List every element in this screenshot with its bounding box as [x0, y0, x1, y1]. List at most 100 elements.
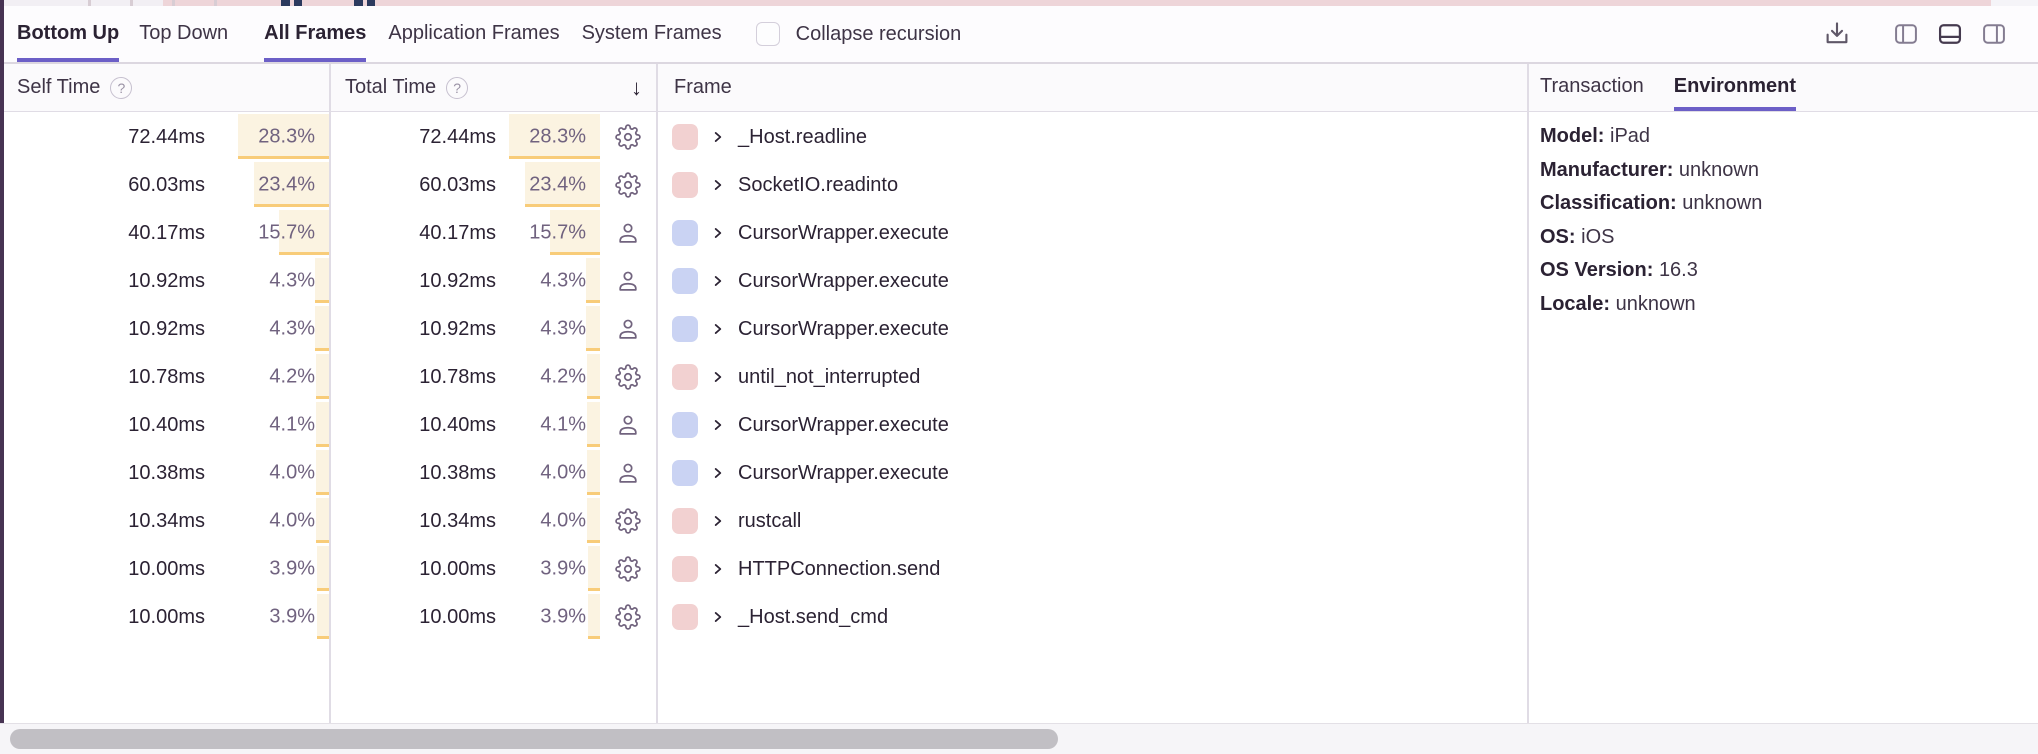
collapse-recursion-label: Collapse recursion	[796, 23, 962, 46]
frame-type-icon-button[interactable]	[600, 124, 656, 150]
chevron-right-icon[interactable]	[711, 322, 725, 336]
table-row[interactable]: 10.92ms 4.3% 10.92ms 4.3%	[4, 257, 1527, 305]
frame-type-icon-button[interactable]	[600, 316, 656, 342]
table-row[interactable]: 10.34ms 4.0% 10.34ms 4.0%	[4, 497, 1527, 545]
frame-cell: HTTPConnection.send	[656, 545, 1527, 593]
self-percent-cell: 4.1%	[205, 401, 329, 449]
table-row[interactable]: 10.40ms 4.1% 10.40ms 4.1%	[4, 401, 1527, 449]
total-percent-value: 23.4%	[529, 174, 586, 197]
chevron-right-icon[interactable]	[711, 514, 725, 528]
frame-type-icon-button[interactable]	[600, 220, 656, 246]
total-time-cell: 10.40ms 4.1%	[329, 401, 656, 449]
frame-name: CursorWrapper.execute	[738, 462, 949, 485]
frame-column-header[interactable]: Frame	[656, 64, 1527, 111]
tab-transaction[interactable]: Transaction	[1540, 64, 1644, 111]
self-percent-value: 15.7%	[258, 222, 315, 245]
total-time-column-header[interactable]: Total Time ? ↓	[329, 64, 656, 111]
self-time-value: 40.17ms	[4, 222, 205, 245]
frame-name: rustcall	[738, 510, 801, 533]
self-percent-value: 3.9%	[269, 558, 315, 581]
chevron-right-icon[interactable]	[711, 178, 725, 192]
table-row[interactable]: 10.00ms 3.9% 10.00ms 3.9%	[4, 593, 1527, 641]
table-row[interactable]: 72.44ms 28.3% 72.44ms 28.3%	[4, 113, 1527, 161]
layout-left-panel-icon[interactable]	[1892, 20, 1920, 48]
frame-type-icon-button[interactable]	[600, 172, 656, 198]
topbar-icon-group	[1822, 6, 2038, 62]
frame-cell: CursorWrapper.execute	[656, 401, 1527, 449]
total-time-value: 10.92ms	[329, 270, 496, 293]
total-percent-bar	[586, 258, 600, 303]
help-icon[interactable]: ?	[110, 77, 132, 99]
env-label: Classification:	[1540, 192, 1677, 214]
self-time-value: 10.34ms	[4, 510, 205, 533]
frame-color-swatch	[672, 268, 698, 294]
total-percent-value: 4.1%	[540, 414, 586, 437]
self-time-column-header[interactable]: Self Time ?	[4, 64, 329, 111]
frame-type-icon-button[interactable]	[600, 556, 656, 582]
self-time-value: 60.03ms	[4, 174, 205, 197]
total-percent-cell: 23.4%	[496, 161, 600, 209]
collapse-recursion-control[interactable]: Collapse recursion	[756, 6, 962, 62]
total-time-cell: 10.34ms 4.0%	[329, 497, 656, 545]
table-row[interactable]: 10.78ms 4.2% 10.78ms 4.2%	[4, 353, 1527, 401]
horizontal-scrollbar-thumb[interactable]	[10, 729, 1058, 749]
total-time-value: 10.40ms	[329, 414, 496, 437]
frame-type-icon-button[interactable]	[600, 268, 656, 294]
tab-top-down[interactable]: Top Down	[139, 6, 228, 62]
total-percent-cell: 4.1%	[496, 401, 600, 449]
self-time-value: 10.40ms	[4, 414, 205, 437]
sort-descending-icon[interactable]: ↓	[631, 75, 642, 101]
tab-environment[interactable]: Environment	[1674, 64, 1796, 111]
horizontal-scrollbar-track[interactable]	[0, 724, 2038, 754]
self-time-cell: 10.92ms 4.3%	[4, 305, 329, 353]
frame-type-icon-button[interactable]	[600, 508, 656, 534]
chevron-right-icon[interactable]	[711, 562, 725, 576]
tab-system-frames[interactable]: System Frames	[582, 6, 722, 62]
tab-all-frames[interactable]: All Frames	[264, 6, 366, 62]
env-manufacturer: Manufacturer: unknown	[1540, 154, 2020, 188]
env-os-version: OS Version: 16.3	[1540, 254, 2020, 288]
frame-type-icon-button[interactable]	[600, 460, 656, 486]
download-icon[interactable]	[1822, 19, 1852, 49]
env-value: iOS	[1581, 226, 1614, 248]
frame-type-icon-button[interactable]	[600, 364, 656, 390]
self-percent-value: 4.3%	[269, 318, 315, 341]
frame-type-icon-button[interactable]	[600, 604, 656, 630]
gear-icon	[615, 604, 641, 630]
frame-name: _Host.readline	[738, 126, 867, 149]
chevron-right-icon[interactable]	[711, 226, 725, 240]
table-row[interactable]: 10.38ms 4.0% 10.38ms 4.0%	[4, 449, 1527, 497]
tab-application-frames[interactable]: Application Frames	[388, 6, 559, 62]
self-percent-value: 23.4%	[258, 174, 315, 197]
help-icon[interactable]: ?	[446, 77, 468, 99]
self-percent-bar	[316, 354, 329, 399]
total-time-value: 60.03ms	[329, 174, 496, 197]
self-percent-cell: 3.9%	[205, 593, 329, 641]
table-row[interactable]: 60.03ms 23.4% 60.03ms 23.4%	[4, 161, 1527, 209]
env-os: OS: iOS	[1540, 221, 2020, 255]
tab-bottom-up[interactable]: Bottom Up	[17, 6, 119, 62]
frame-color-swatch	[672, 460, 698, 486]
chevron-right-icon[interactable]	[711, 466, 725, 480]
chevron-right-icon[interactable]	[711, 370, 725, 384]
table-row[interactable]: 40.17ms 15.7% 40.17ms 15.7%	[4, 209, 1527, 257]
table-row[interactable]: 10.00ms 3.9% 10.00ms 3.9%	[4, 545, 1527, 593]
layout-bottom-panel-icon[interactable]	[1936, 20, 1964, 48]
total-time-cell: 60.03ms 23.4%	[329, 161, 656, 209]
user-icon	[615, 460, 641, 486]
self-time-value: 10.38ms	[4, 462, 205, 485]
frame-type-icon-button[interactable]	[600, 412, 656, 438]
self-time-cell: 10.40ms 4.1%	[4, 401, 329, 449]
total-time-value: 40.17ms	[329, 222, 496, 245]
table-row[interactable]: 10.92ms 4.3% 10.92ms 4.3%	[4, 305, 1527, 353]
collapse-recursion-checkbox[interactable]	[756, 22, 780, 46]
self-time-cell: 60.03ms 23.4%	[4, 161, 329, 209]
chevron-right-icon[interactable]	[711, 130, 725, 144]
layout-right-panel-icon[interactable]	[1980, 20, 2008, 48]
total-percent-value: 4.0%	[540, 510, 586, 533]
total-percent-cell: 28.3%	[496, 113, 600, 161]
chevron-right-icon[interactable]	[711, 274, 725, 288]
chevron-right-icon[interactable]	[711, 610, 725, 624]
frame-color-swatch	[672, 556, 698, 582]
chevron-right-icon[interactable]	[711, 418, 725, 432]
